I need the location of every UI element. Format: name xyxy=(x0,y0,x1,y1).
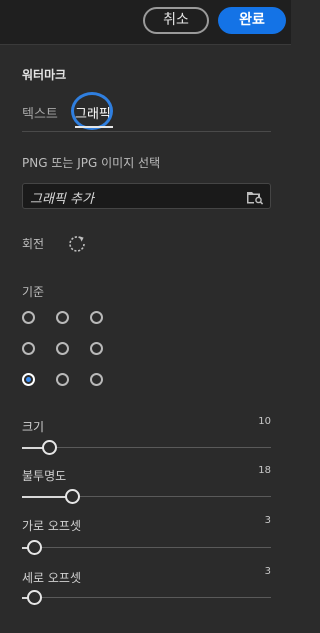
anchor-middle-center[interactable] xyxy=(56,342,69,355)
opacity-slider-thumb[interactable] xyxy=(64,489,80,504)
anchor-top-center[interactable] xyxy=(56,311,69,324)
rotation-label: 회전 xyxy=(22,237,45,251)
anchor-top-left[interactable] xyxy=(22,311,35,324)
tab-text[interactable]: 텍스트 xyxy=(22,103,58,122)
opacity-slider[interactable] xyxy=(22,489,271,504)
size-slider[interactable] xyxy=(22,440,271,455)
add-graphic-placeholder: 그래픽 추가 xyxy=(30,192,94,207)
size-value: 10 xyxy=(258,416,271,427)
tab-divider xyxy=(22,131,271,132)
size-label: 크기 xyxy=(22,420,45,434)
anchor-bottom-left[interactable] xyxy=(22,373,35,386)
tab-active-underline xyxy=(75,126,113,128)
vertical-offset-value: 3 xyxy=(264,566,271,577)
top-bar: 취소 완료 xyxy=(0,0,291,45)
opacity-value: 18 xyxy=(258,465,271,476)
rotate-icon[interactable] xyxy=(66,233,88,255)
horizontal-offset-value: 3 xyxy=(264,515,271,526)
horizontal-offset-label: 가로 오프셋 xyxy=(22,519,82,533)
tab-focus-ring xyxy=(71,92,113,130)
horizontal-offset-slider[interactable] xyxy=(22,540,271,555)
anchor-label: 기준 xyxy=(22,285,45,299)
opacity-label: 불투명도 xyxy=(22,469,67,483)
horizontal-offset-slider-thumb[interactable] xyxy=(27,540,43,555)
anchor-bottom-right[interactable] xyxy=(90,373,103,386)
anchor-bottom-center[interactable] xyxy=(56,373,69,386)
anchor-middle-left[interactable] xyxy=(22,342,35,355)
add-graphic-input[interactable]: 그래픽 추가 xyxy=(22,183,271,209)
done-button[interactable]: 완료 xyxy=(218,7,286,34)
image-select-label: PNG 또는 JPG 이미지 선택 xyxy=(22,156,161,170)
anchor-middle-right[interactable] xyxy=(90,342,103,355)
anchor-top-right[interactable] xyxy=(90,311,103,324)
size-slider-thumb[interactable] xyxy=(42,440,58,455)
folder-search-icon[interactable] xyxy=(246,189,264,205)
vertical-offset-slider-thumb[interactable] xyxy=(27,590,43,605)
vertical-offset-slider[interactable] xyxy=(22,590,271,605)
vertical-offset-label: 세로 오프셋 xyxy=(22,571,82,585)
panel-title: 워터마크 xyxy=(22,68,67,82)
cancel-button[interactable]: 취소 xyxy=(143,7,209,34)
